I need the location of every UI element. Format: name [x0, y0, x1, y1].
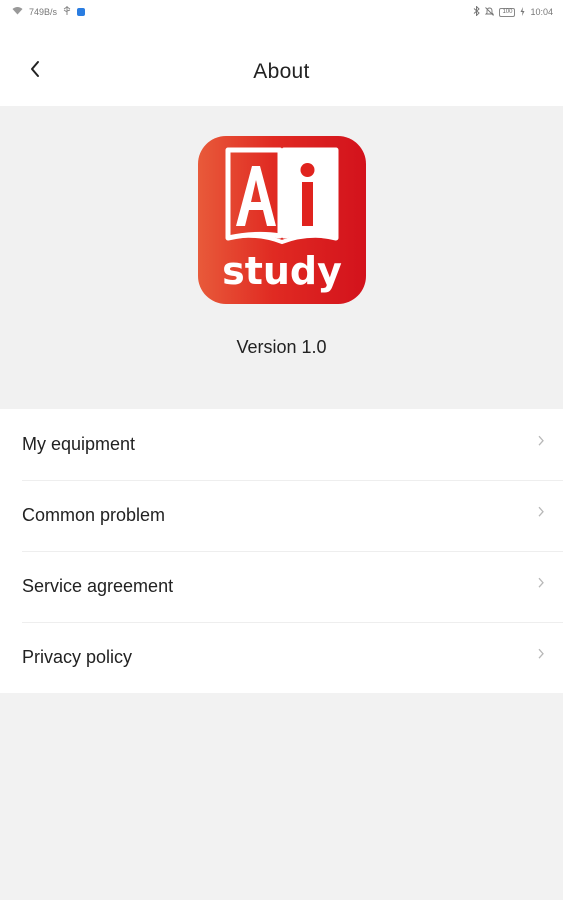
status-bar: 749B/s 100 10:04	[0, 0, 563, 24]
menu-item-service-agreement[interactable]: Service agreement	[0, 551, 563, 622]
menu-item-label: Service agreement	[22, 576, 174, 596]
menu-item-label: My equipment	[22, 434, 136, 454]
wifi-icon	[12, 6, 23, 17]
status-left: 749B/s	[12, 6, 86, 17]
menu-item-label: Privacy policy	[22, 647, 133, 667]
logo-study-text: study	[222, 249, 342, 293]
chevron-right-icon	[537, 647, 545, 665]
menu-item-common-problem[interactable]: Common problem	[0, 480, 563, 551]
about-hero: study Version 1.0	[0, 106, 563, 409]
about-menu: My equipment Common problem Service agre…	[0, 409, 563, 693]
chevron-right-icon	[537, 434, 545, 452]
app-header: About	[0, 24, 563, 106]
chevron-right-icon	[537, 505, 545, 523]
clock: 10:04	[530, 7, 553, 17]
app-version: Version 1.0	[236, 337, 327, 357]
usb-icon	[63, 6, 71, 17]
status-right: 100 10:04	[473, 5, 553, 18]
battery-icon: 100	[499, 7, 516, 17]
menu-item-label: Common problem	[22, 505, 166, 525]
bluetooth-icon	[473, 5, 481, 18]
app-notification-icon	[77, 7, 86, 16]
ai-study-logo-icon: study	[222, 147, 342, 293]
charging-icon	[520, 6, 525, 18]
chevron-right-icon	[537, 576, 545, 594]
menu-item-privacy-policy[interactable]: Privacy policy	[0, 622, 563, 693]
network-speed: 749B/s	[29, 6, 58, 17]
mute-icon	[485, 6, 495, 18]
app-logo: study	[198, 136, 366, 304]
page-title: About	[253, 60, 310, 83]
menu-item-my-equipment[interactable]: My equipment	[0, 409, 563, 480]
